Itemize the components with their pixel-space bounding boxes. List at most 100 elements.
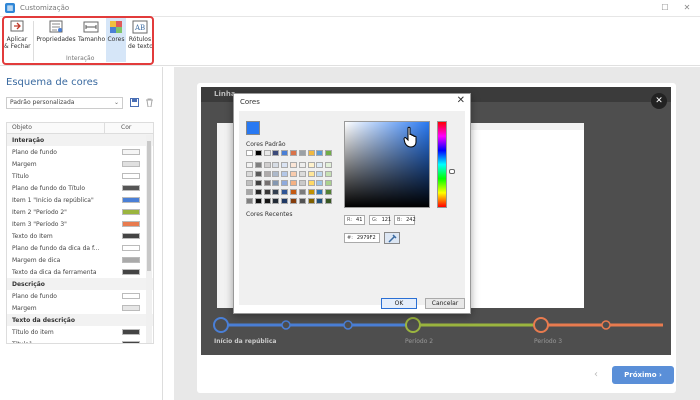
palette-swatch[interactable]: [246, 180, 253, 186]
palette-swatch[interactable]: [281, 162, 289, 168]
palette-swatch[interactable]: [254, 180, 262, 186]
timeline-subnode[interactable]: [343, 320, 353, 330]
color-swatch[interactable]: [122, 293, 140, 299]
palette-swatch[interactable]: [254, 162, 262, 168]
table-row[interactable]: Texto da dica da ferramenta: [7, 266, 153, 278]
palette-swatch[interactable]: [325, 198, 333, 204]
green-field[interactable]: G: 121: [369, 215, 391, 225]
table-row[interactable]: Texto do Item: [7, 230, 153, 242]
palette-swatch[interactable]: [263, 189, 271, 195]
palette-swatch[interactable]: [325, 171, 333, 177]
table-row[interactable]: Margem: [7, 158, 153, 170]
color-swatch[interactable]: [122, 329, 140, 335]
timeline-subnode[interactable]: [281, 320, 291, 330]
palette-swatch[interactable]: [290, 189, 297, 195]
table-row[interactable]: Item 3 "Período 3": [7, 218, 153, 230]
palette-swatch[interactable]: [272, 189, 280, 195]
palette-swatch[interactable]: [316, 162, 324, 168]
palette-swatch[interactable]: [281, 171, 289, 177]
palette-swatch[interactable]: [307, 189, 315, 195]
dialog-close-icon[interactable]: ✕: [457, 95, 465, 106]
palette-swatch[interactable]: [263, 150, 271, 156]
palette-swatch[interactable]: [281, 189, 289, 195]
hex-field[interactable]: #: 2979F2: [344, 233, 380, 243]
close-window-icon[interactable]: ✕: [682, 3, 692, 13]
palette-swatch[interactable]: [316, 150, 324, 156]
palette-swatch[interactable]: [272, 180, 280, 186]
table-row[interactable]: Título1: [7, 338, 153, 343]
palette-swatch[interactable]: [298, 198, 306, 204]
scrollbar-thumb[interactable]: [147, 141, 151, 271]
palette-swatch[interactable]: [246, 162, 253, 168]
scheme-select[interactable]: Padrão personalizada ⌄: [6, 97, 123, 109]
table-row[interactable]: Plano de fundo da dica da f...: [7, 242, 153, 254]
palette-swatch[interactable]: [316, 198, 324, 204]
color-swatch[interactable]: [122, 161, 140, 167]
table-row[interactable]: Plano de fundo do Título: [7, 182, 153, 194]
table-row[interactable]: Margem de dica: [7, 254, 153, 266]
palette-swatch[interactable]: [325, 189, 333, 195]
table-scrollbar[interactable]: [146, 135, 152, 343]
delete-scheme-icon[interactable]: [145, 98, 154, 108]
color-swatch[interactable]: [122, 149, 140, 155]
palette-swatch[interactable]: [307, 162, 315, 168]
palette-swatch[interactable]: [290, 198, 297, 204]
palette-swatch[interactable]: [298, 171, 306, 177]
color-swatch[interactable]: [122, 173, 140, 179]
palette-swatch[interactable]: [254, 171, 262, 177]
palette-swatch[interactable]: [298, 180, 306, 186]
red-field[interactable]: R: 41: [344, 215, 365, 225]
palette-swatch[interactable]: [290, 162, 297, 168]
palette-swatch[interactable]: [316, 171, 324, 177]
previous-button[interactable]: ‹: [588, 366, 604, 384]
hue-slider-thumb[interactable]: [449, 169, 455, 174]
palette-swatch[interactable]: [272, 162, 280, 168]
palette-swatch[interactable]: [272, 171, 280, 177]
table-row[interactable]: Título: [7, 170, 153, 182]
palette-swatch[interactable]: [246, 189, 253, 195]
color-swatch[interactable]: [122, 233, 140, 239]
color-swatch[interactable]: [122, 341, 140, 343]
palette-swatch[interactable]: [307, 180, 315, 186]
timeline-subnode[interactable]: [601, 320, 611, 330]
color-swatch[interactable]: [122, 269, 140, 275]
table-row[interactable]: Item 2 "Período 2": [7, 206, 153, 218]
color-swatch[interactable]: [122, 221, 140, 227]
color-swatch[interactable]: [122, 185, 140, 191]
palette-swatch[interactable]: [325, 150, 333, 156]
palette-swatch[interactable]: [263, 180, 271, 186]
palette-swatch[interactable]: [246, 198, 253, 204]
palette-swatch[interactable]: [272, 150, 280, 156]
hue-slider[interactable]: [437, 121, 447, 208]
table-row[interactable]: Plano de fundo: [7, 146, 153, 158]
palette-swatch[interactable]: [272, 198, 280, 204]
blue-field[interactable]: B: 242: [394, 215, 416, 225]
maximize-icon[interactable]: ☐: [660, 3, 670, 13]
palette-swatch[interactable]: [290, 150, 297, 156]
palette-swatch[interactable]: [281, 150, 289, 156]
palette-swatch[interactable]: [316, 180, 324, 186]
palette-swatch[interactable]: [325, 162, 333, 168]
table-row[interactable]: Título do item: [7, 326, 153, 338]
palette-swatch[interactable]: [316, 189, 324, 195]
timeline-node-3[interactable]: [533, 317, 549, 333]
color-swatch[interactable]: [122, 257, 140, 263]
palette-swatch[interactable]: [281, 180, 289, 186]
palette-swatch[interactable]: [298, 189, 306, 195]
table-row[interactable]: Item 1 "Início da república": [7, 194, 153, 206]
save-scheme-icon[interactable]: [130, 98, 139, 107]
palette-swatch[interactable]: [254, 198, 262, 204]
palette-swatch[interactable]: [298, 150, 306, 156]
cancel-button[interactable]: Cancelar: [425, 298, 465, 309]
preview-close-icon[interactable]: ✕: [651, 93, 667, 109]
ok-button[interactable]: OK: [381, 298, 417, 309]
timeline-node-1[interactable]: [213, 317, 229, 333]
next-button[interactable]: Próximo ›: [612, 366, 674, 384]
palette-swatch[interactable]: [290, 180, 297, 186]
palette-swatch[interactable]: [254, 150, 262, 156]
eyedropper-button[interactable]: [384, 232, 400, 244]
color-swatch[interactable]: [122, 305, 140, 311]
palette-swatch[interactable]: [307, 150, 315, 156]
palette-swatch[interactable]: [263, 171, 271, 177]
palette-swatch[interactable]: [325, 180, 333, 186]
